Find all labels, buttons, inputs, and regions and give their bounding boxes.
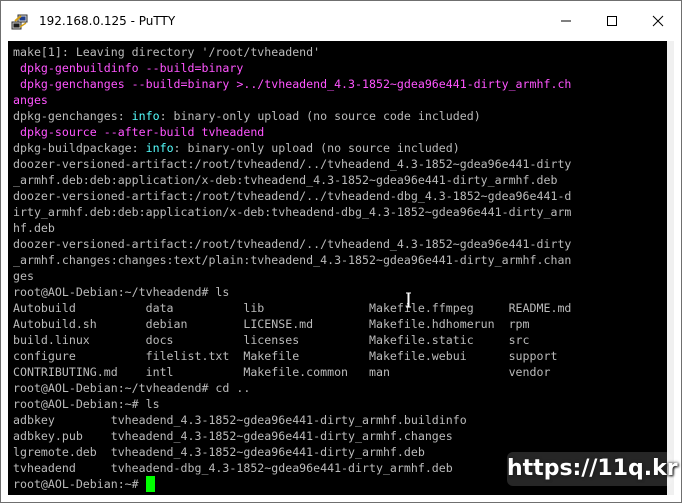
terminal-text: doozer-versioned-artifact:/root/tvheaden… — [13, 157, 572, 171]
terminal-text: adbkey.pub tvheadend_4.3-1852~gdea96e441… — [13, 429, 453, 443]
terminal-text: Autobuild data lib Makefile.ffmpeg READM… — [13, 301, 572, 315]
terminal-text: root@AOL-Debian:~# ls — [13, 397, 160, 411]
text-cursor-icon — [406, 292, 411, 308]
terminal-line: Autobuild.sh debian LICENSE.md Makefile.… — [13, 316, 663, 332]
terminal-text: info — [131, 109, 160, 123]
terminal-line: dpkg-genchanges --build=binary >../tvhea… — [13, 76, 663, 92]
terminal-text: dpkg-genbuildinfo --build=binary — [13, 61, 244, 75]
terminal-line: doozer-versioned-artifact:/root/tvheaden… — [13, 156, 663, 172]
terminal-line: adbkey.pub tvheadend_4.3-1852~gdea96e441… — [13, 428, 663, 444]
watermark: https://11q.kr — [507, 452, 678, 486]
terminal-text: dpkg-buildpackage: — [13, 141, 146, 155]
terminal-line: hf.deb — [13, 220, 663, 236]
scrollbar[interactable] — [667, 41, 674, 495]
terminal-text: make[1]: Leaving directory '/root/tvhead… — [13, 45, 321, 59]
terminal-line: _armhf.deb:deb:application/x-deb:tvheade… — [13, 172, 663, 188]
terminal-text: root@AOL-Debian:~/tvheadend# ls — [13, 285, 230, 299]
title-bar[interactable]: 192.168.0.125 - PuTTY — [1, 1, 681, 41]
terminal-line: dpkg-source --after-build tvheadend — [13, 124, 663, 140]
terminal-text: irty_armhf.deb:deb:application/x-deb:tvh… — [13, 205, 572, 219]
terminal-line: doozer-versioned-artifact:/root/tvheaden… — [13, 188, 663, 204]
minimize-icon — [561, 20, 571, 22]
terminal-line: root@AOL-Debian:~/tvheadend# ls — [13, 284, 663, 300]
terminal-line: ges — [13, 268, 663, 284]
terminal-text: anges — [13, 93, 48, 107]
terminal-text: doozer-versioned-artifact:/root/tvheaden… — [13, 189, 572, 203]
terminal-text: : binary-only upload (no source code inc… — [159, 109, 481, 123]
terminal-text: Autobuild.sh debian LICENSE.md Makefile.… — [13, 317, 530, 331]
terminal-text: root@AOL-Debian:~/tvheadend# cd .. — [13, 381, 251, 395]
terminal-line: build.linux docs licenses Makefile.stati… — [13, 332, 663, 348]
terminal-output: make[1]: Leaving directory '/root/tvhead… — [13, 44, 663, 492]
minimize-button[interactable] — [543, 1, 589, 41]
maximize-button[interactable] — [589, 1, 635, 41]
terminal-line: dpkg-genchanges: info: binary-only uploa… — [13, 108, 663, 124]
terminal-line: dpkg-buildpackage: info: binary-only upl… — [13, 140, 663, 156]
terminal-text: dpkg-genchanges --build=binary >../tvhea… — [13, 77, 572, 91]
terminal-text: dpkg-source --after-build tvheadend — [13, 125, 265, 139]
terminal-line: configure filelist.txt Makefile Makefile… — [13, 348, 663, 364]
close-button[interactable] — [635, 1, 681, 41]
terminal-line: root@AOL-Debian:~# ls — [13, 396, 663, 412]
terminal-text: tvheadend tvheadend-dbg_4.3-1852~gdea96e… — [13, 461, 453, 475]
terminal-text: _armhf.changes:changes:text/plain:tvhead… — [13, 253, 572, 267]
close-icon — [652, 15, 664, 27]
terminal-text: doozer-versioned-artifact:/root/tvheaden… — [13, 237, 572, 251]
terminal-line: root@AOL-Debian:~/tvheadend# cd .. — [13, 380, 663, 396]
terminal-line: make[1]: Leaving directory '/root/tvhead… — [13, 44, 663, 60]
terminal-text: dpkg-genchanges: — [13, 109, 132, 123]
terminal-text: build.linux docs licenses Makefile.stati… — [13, 333, 530, 347]
terminal-line: Autobuild data lib Makefile.ffmpeg READM… — [13, 300, 663, 316]
terminal-text: adbkey tvheadend_4.3-1852~gdea96e441-dir… — [13, 413, 467, 427]
terminal-text: lgremote.deb tvheadend_4.3-1852~gdea96e4… — [13, 445, 425, 459]
terminal-text: : binary-only upload (no source included… — [173, 141, 460, 155]
terminal-text: _armhf.deb:deb:application/x-deb:tvheade… — [13, 173, 558, 187]
maximize-icon — [607, 16, 617, 26]
terminal-screen[interactable]: make[1]: Leaving directory '/root/tvhead… — [8, 41, 667, 495]
terminal-line: _armhf.changes:changes:text/plain:tvhead… — [13, 252, 663, 268]
terminal-cursor — [145, 476, 155, 492]
terminal-text: ges — [13, 269, 34, 283]
putty-icon[interactable] — [11, 13, 29, 31]
terminal-line: CONTRIBUTING.md intl Makefile.common man… — [13, 364, 663, 380]
terminal-text: info — [145, 141, 174, 155]
terminal-line: dpkg-genbuildinfo --build=binary — [13, 60, 663, 76]
terminal-text: configure filelist.txt Makefile Makefile… — [13, 349, 558, 363]
terminal-text: hf.deb — [13, 221, 55, 235]
putty-window: 192.168.0.125 - PuTTY make[1]: Leaving d… — [0, 0, 682, 503]
terminal-text: root@AOL-Debian:~# — [13, 477, 146, 491]
terminal-line: irty_armhf.deb:deb:application/x-deb:tvh… — [13, 204, 663, 220]
terminal-text: CONTRIBUTING.md intl Makefile.common man… — [13, 365, 551, 379]
terminal-line: doozer-versioned-artifact:/root/tvheaden… — [13, 236, 663, 252]
terminal-line: anges — [13, 92, 663, 108]
window-title: 192.168.0.125 - PuTTY — [39, 14, 176, 28]
terminal-line: adbkey tvheadend_4.3-1852~gdea96e441-dir… — [13, 412, 663, 428]
